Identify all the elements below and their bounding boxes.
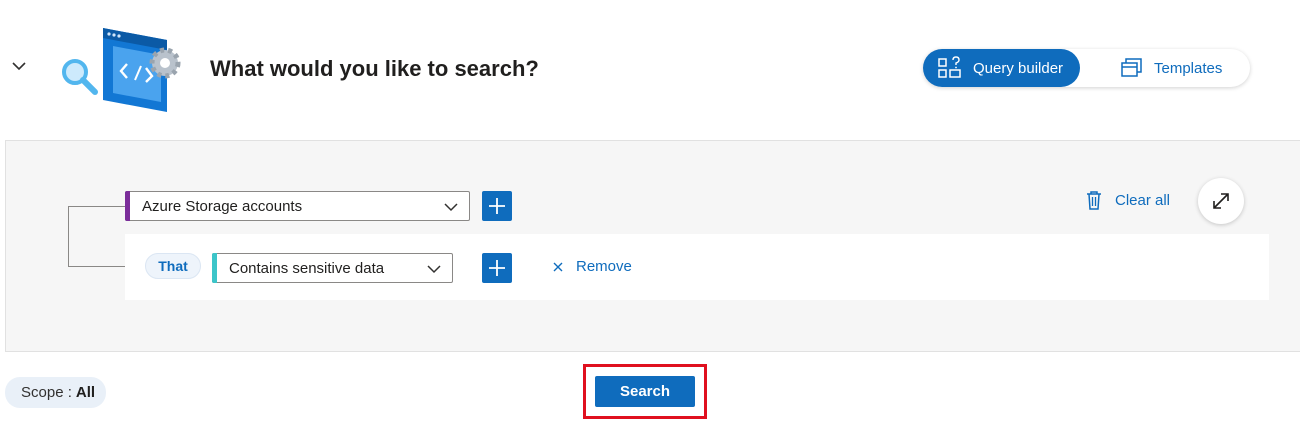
search-button[interactable]: Search	[595, 376, 695, 407]
chevron-down-icon	[444, 203, 458, 212]
condition-select[interactable]: Contains sensitive data	[212, 253, 453, 283]
query-builder-button[interactable]: Query builder	[923, 49, 1080, 87]
condition-accent-bar	[212, 253, 217, 283]
templates-icon	[1121, 58, 1142, 77]
condition-value: Contains sensitive data	[229, 259, 385, 277]
search-code-illustration	[62, 28, 181, 112]
resource-type-value: Azure Storage accounts	[142, 197, 303, 215]
clear-all-label: Clear all	[1115, 191, 1171, 209]
expand-icon	[1213, 193, 1229, 209]
plus-icon	[489, 260, 505, 276]
remove-label: Remove	[576, 258, 632, 275]
trash-icon	[1087, 191, 1101, 210]
tree-connector-bottom	[68, 266, 125, 267]
plus-icon	[489, 198, 505, 214]
remove-condition-link[interactable]: Remove	[552, 258, 632, 275]
add-condition-button[interactable]	[482, 253, 512, 283]
chevron-down-icon[interactable]	[8, 55, 30, 77]
scope-value: All	[75, 384, 96, 401]
view-toggle: Query builder Templates	[923, 49, 1250, 87]
resource-type-select[interactable]: Azure Storage accounts	[125, 191, 470, 221]
close-icon	[553, 262, 563, 271]
tree-connector	[68, 206, 69, 267]
that-connector-badge: That	[145, 253, 201, 279]
resource-accent-bar	[125, 191, 130, 221]
templates-label: Templates	[1154, 59, 1223, 77]
query-builder-icon	[938, 56, 961, 78]
expand-button[interactable]	[1198, 178, 1244, 224]
add-resource-button[interactable]	[482, 191, 512, 221]
scope-label: Scope :	[21, 384, 72, 401]
query-builder-label: Query builder	[973, 59, 1064, 77]
clear-all-button[interactable]: Clear all	[1085, 190, 1170, 210]
templates-button[interactable]: Templates	[1108, 49, 1248, 87]
page-title: What would you like to search?	[210, 56, 539, 81]
tree-connector-top	[68, 206, 125, 207]
chevron-down-icon	[427, 265, 441, 274]
scope-badge[interactable]: Scope : All	[5, 377, 107, 408]
